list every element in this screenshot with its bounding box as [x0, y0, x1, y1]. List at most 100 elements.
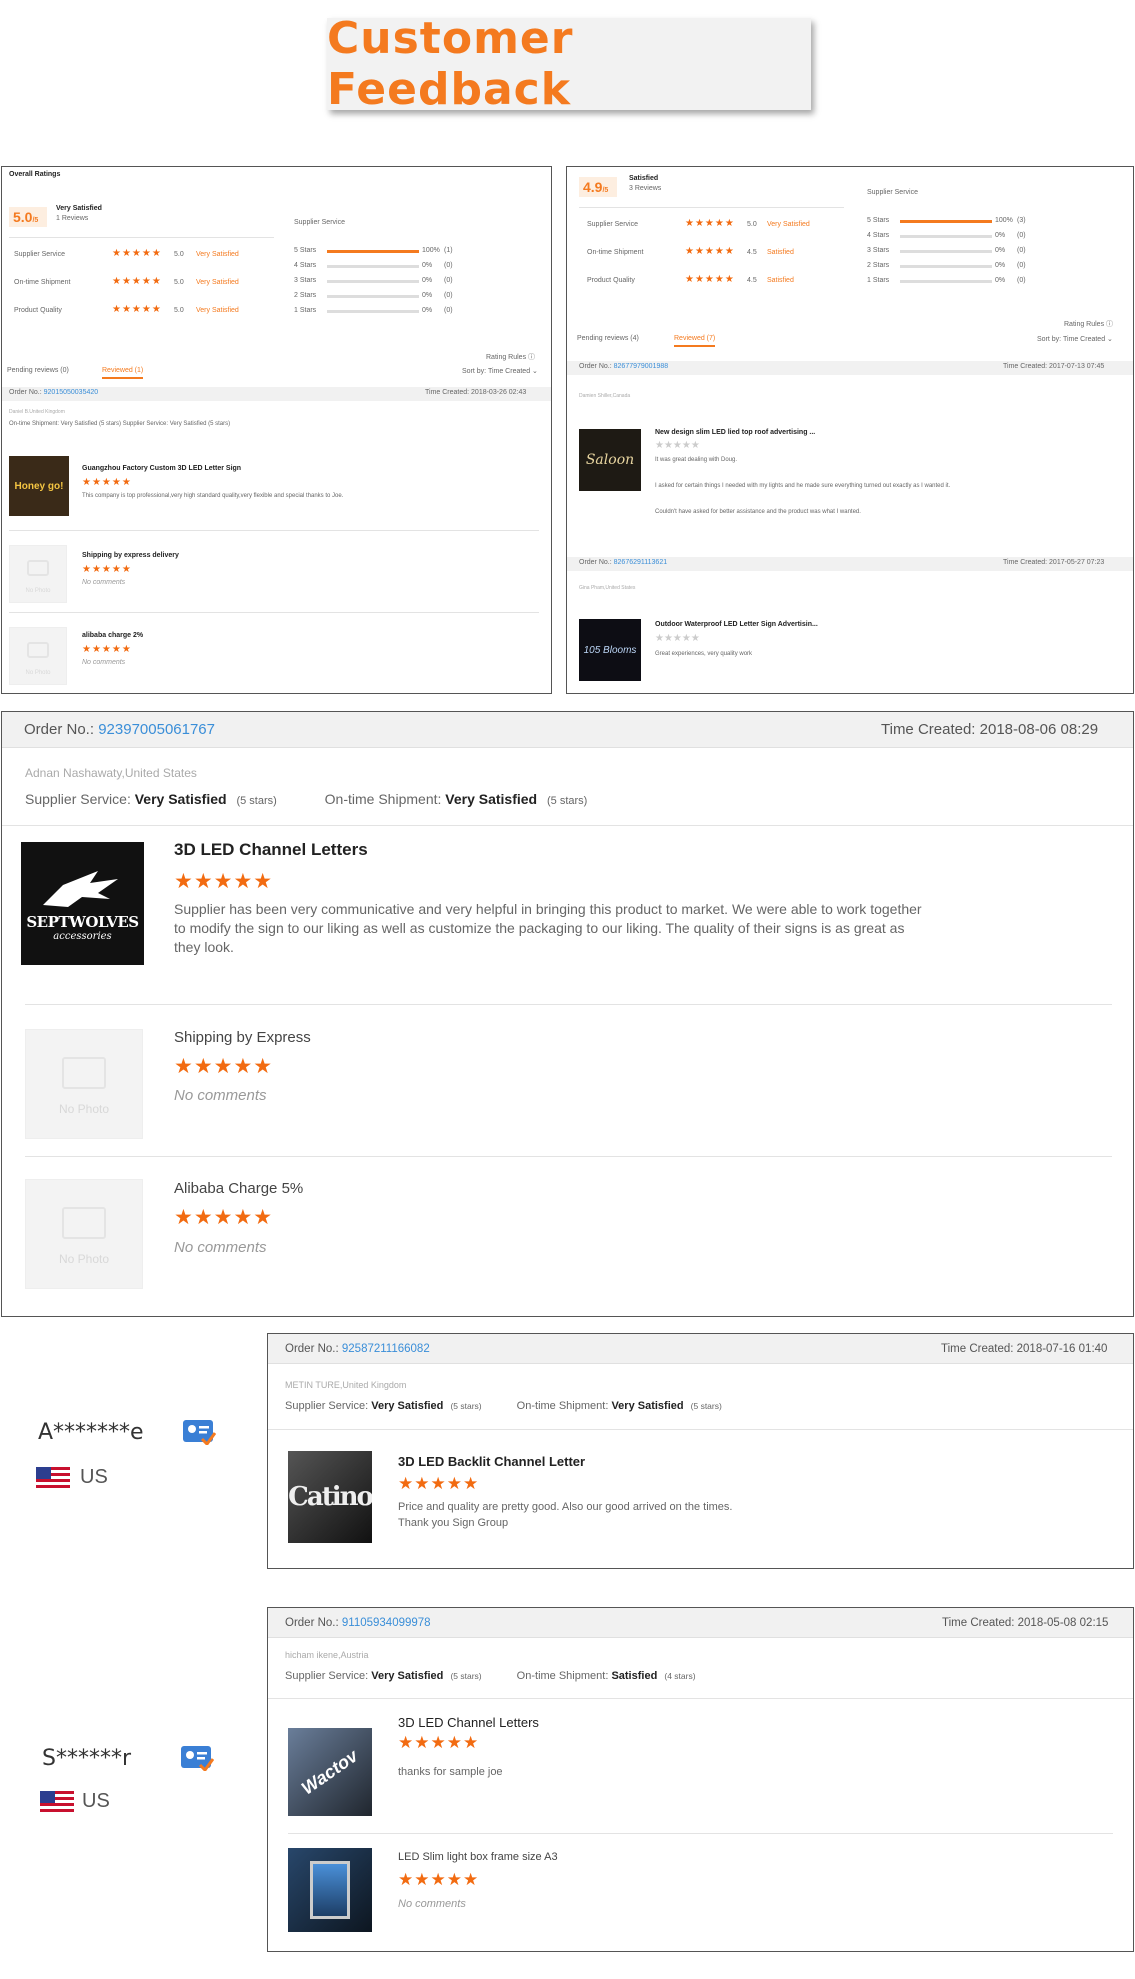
metric-text: Very Satisfied	[196, 279, 239, 286]
product-thumbnail[interactable]: Wactov	[288, 1728, 372, 1816]
time-created: Time Created: 2018-07-16 01:40	[941, 1343, 1108, 1355]
page-title: Customer Feedback	[327, 13, 574, 115]
item-comment: I asked for certain things I needed with…	[655, 483, 951, 489]
dist-count: (0)	[444, 262, 453, 269]
reviewer-country: US	[82, 1790, 110, 1812]
product-thumbnail[interactable]: Honey go!	[9, 456, 69, 516]
metric-text: Satisfied	[767, 249, 794, 256]
order-number-link[interactable]: 92015050035420	[44, 389, 99, 396]
dist-count: (0)	[1017, 247, 1026, 254]
product-thumbnail[interactable]: Catino	[288, 1451, 372, 1543]
dist-pct: 0%	[422, 307, 433, 314]
metric-label: On-time Shipment	[14, 279, 71, 286]
no-photo-placeholder: No Photo	[25, 1029, 143, 1139]
order-number-link[interactable]: 91105934099978	[342, 1617, 431, 1629]
item-stars: ★★★★★	[398, 1733, 480, 1752]
item-title[interactable]: 3D LED Backlit Channel Letter	[398, 1454, 585, 1469]
order-label: Order No.: 92587211166082	[285, 1343, 430, 1355]
item-title[interactable]: Guangzhou Factory Custom 3D LED Letter S…	[82, 465, 241, 472]
item-stars: ★★★★★	[82, 644, 132, 655]
order-number-link[interactable]: 82676291113621	[614, 559, 667, 566]
dist-label: 5 Stars	[294, 247, 317, 254]
dist-count: (1)	[444, 247, 453, 254]
product-thumbnail[interactable]: Saloon	[579, 429, 641, 491]
dist-pct: 0%	[995, 232, 1006, 239]
reviewer-country: US	[80, 1466, 108, 1488]
dist-pct: 0%	[995, 247, 1006, 254]
dist-pct: 0%	[995, 277, 1006, 284]
dist-count: (3)	[1017, 217, 1026, 224]
dist-label: 2 Stars	[294, 292, 317, 299]
item-title: Shipping by Express	[174, 1029, 311, 1046]
page-title-box: Customer Feedback	[327, 13, 811, 115]
item-title[interactable]: New design slim LED lied top roof advert…	[655, 429, 815, 436]
buyer-name: METIN TURE,United Kingdom	[285, 1380, 407, 1390]
review-panel-1: Order No.: 92587211166082 Time Created: …	[267, 1333, 1134, 1569]
satisfaction-label: Very Satisfied	[56, 205, 102, 212]
overall-ratings-heading: Overall Ratings	[9, 171, 61, 178]
tab-reviewed[interactable]: Reviewed (1)	[102, 367, 144, 379]
buyer-name: Gina Pham,United States	[579, 585, 636, 591]
score-value: 4.9	[583, 179, 603, 195]
item-comment: No comments	[174, 1087, 267, 1104]
sort-dropdown[interactable]: Sort by: Time Created ⌄	[462, 367, 538, 375]
dist-count: (0)	[1017, 262, 1026, 269]
order-number-link[interactable]: 82677979001988	[614, 363, 669, 370]
item-title[interactable]: 3D LED Channel Letters	[174, 840, 368, 860]
dist-label: 2 Stars	[867, 262, 890, 269]
time-created: Time Created: 2018-05-08 02:15	[942, 1617, 1109, 1629]
dist-pct: 0%	[422, 262, 433, 269]
item-comment: Price and quality are pretty good. Also …	[398, 1501, 733, 1513]
tab-pending-reviews[interactable]: Pending reviews (4)	[577, 335, 639, 342]
dist-count: (0)	[1017, 232, 1026, 239]
product-thumbnail[interactable]: SEPTWOLVES accessories	[21, 842, 144, 965]
metric-stars: ★★★★★	[112, 304, 162, 315]
score-suffix: /5	[602, 187, 609, 194]
metric-label: Product Quality	[587, 277, 635, 284]
dist-count: (0)	[444, 307, 453, 314]
rating-rules-link[interactable]: Rating Rules ⓘ	[1064, 319, 1113, 329]
dist-count: (0)	[444, 277, 453, 284]
dist-pct: 0%	[995, 262, 1006, 269]
metric-stars: ★★★★★	[685, 218, 735, 229]
dist-label: 1 Stars	[294, 307, 317, 314]
order-number-link[interactable]: 92397005061767	[98, 721, 215, 738]
metric-text: Very Satisfied	[767, 221, 810, 228]
item-stars: ★★★★★	[655, 440, 700, 451]
dist-label: 1 Stars	[867, 277, 890, 284]
sort-dropdown[interactable]: Sort by: Time Created ⌄	[1037, 335, 1113, 343]
item-title[interactable]: 3D LED Channel Letters	[398, 1715, 539, 1730]
score-suffix: /5	[32, 217, 39, 224]
product-thumbnail[interactable]: 105 Blooms	[579, 619, 641, 681]
tab-reviewed[interactable]: Reviewed (7)	[674, 335, 716, 347]
ratings-line: On-time Shipment: Very Satisfied (5 star…	[9, 421, 231, 427]
item-comment: No comments	[174, 1239, 267, 1256]
item-title[interactable]: LED Slim light box frame size A3	[398, 1851, 558, 1863]
dist-pct: 0%	[422, 277, 433, 284]
item-title[interactable]: Outdoor Waterproof LED Letter Sign Adver…	[655, 621, 818, 628]
screenshot-overall-ratings-2: 4.9/5 Satisfied 3 Reviews Supplier Servi…	[566, 166, 1134, 694]
light-box-frame-icon	[310, 1861, 350, 1919]
time-created: Time Created: 2018-08-06 08:29	[881, 721, 1099, 738]
product-thumbnail[interactable]	[288, 1848, 372, 1932]
rating-rules-link[interactable]: Rating Rules ⓘ	[486, 352, 535, 362]
item-title: alibaba charge 2%	[82, 632, 144, 639]
dist-label: 4 Stars	[867, 232, 890, 239]
dist-pct: 100%	[422, 247, 440, 254]
metric-stars: ★★★★★	[112, 276, 162, 287]
item-comment: No comments	[82, 579, 126, 586]
order-number-link[interactable]: 92587211166082	[342, 1343, 430, 1355]
wolf-logo-icon	[42, 871, 118, 907]
item-stars: ★★★★★	[398, 1870, 480, 1889]
us-flag-icon	[40, 1791, 74, 1813]
time-created: Time Created: 2017-05-27 07:23	[1003, 559, 1105, 566]
dist-pct: 100%	[995, 217, 1013, 224]
item-comment: Supplier has been very communicative and…	[174, 901, 922, 955]
buyer-name: Daniel B.United Kingdom	[9, 409, 65, 415]
verified-buyer-icon	[181, 1746, 214, 1771]
service-title: Supplier Service	[294, 219, 345, 226]
review-panel-2: Order No.: 91105934099978 Time Created: …	[267, 1607, 1134, 1952]
item-stars: ★★★★★	[82, 564, 132, 575]
tab-pending-reviews[interactable]: Pending reviews (0)	[7, 367, 69, 374]
item-title: Alibaba Charge 5%	[174, 1180, 304, 1197]
